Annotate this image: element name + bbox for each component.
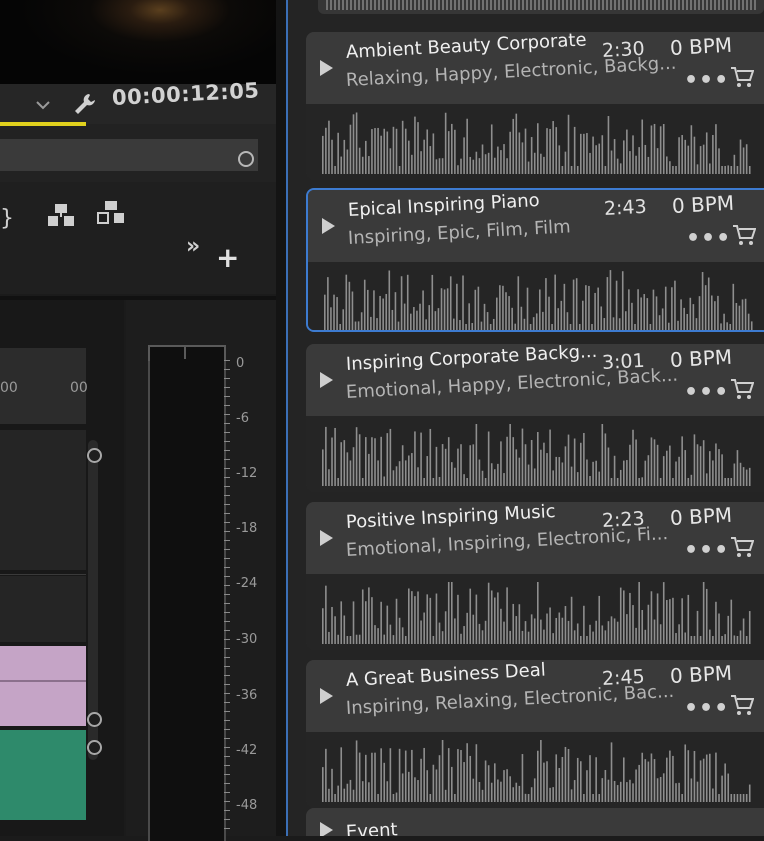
waveform (322, 740, 751, 802)
work-area-bar[interactable] (0, 122, 86, 126)
track-card[interactable]: Inspiring Corporate Backg... Emotional, … (306, 344, 764, 492)
track-bpm: 0 BPM (669, 344, 733, 372)
more-icon[interactable]: ••• (686, 226, 731, 251)
db-label: -6 (236, 411, 249, 426)
track-divider (0, 574, 86, 575)
track-card[interactable]: Event (306, 808, 764, 836)
more-icon[interactable]: ••• (684, 538, 729, 563)
audio-meter-bar (148, 361, 226, 841)
video-track[interactable] (0, 430, 86, 570)
program-monitor-video (0, 0, 276, 84)
lift-icon[interactable] (46, 202, 76, 230)
play-icon[interactable] (320, 530, 333, 546)
track-card-selected[interactable]: Epical Inspiring Piano Inspiring, Epic, … (306, 188, 764, 332)
waveform (324, 270, 753, 330)
stock-audio-list: Ambient Beauty Corporate Relaxing, Happy… (288, 0, 764, 836)
waveform-area[interactable] (306, 574, 764, 650)
track-card[interactable]: A Great Business Deal Inspiring, Relaxin… (306, 660, 764, 808)
track-bpm: 0 BPM (671, 190, 735, 218)
waveform-area[interactable] (308, 262, 764, 330)
play-icon[interactable] (320, 822, 333, 836)
mark-out-icon[interactable]: } (0, 206, 14, 231)
db-label: -36 (236, 688, 258, 703)
db-label: -48 (236, 798, 258, 813)
db-label: -42 (236, 743, 258, 758)
db-label: -12 (236, 466, 258, 481)
waveform (322, 582, 751, 644)
cart-icon[interactable] (730, 66, 754, 88)
cart-icon[interactable] (732, 224, 756, 246)
waveform-area[interactable] (306, 732, 764, 808)
clip-divider (0, 680, 86, 682)
more-icon[interactable]: ••• (684, 68, 729, 93)
track-title: Event (345, 819, 399, 836)
track-duration: 2:30 (601, 37, 646, 62)
db-label: -18 (236, 521, 258, 536)
wrench-icon[interactable] (72, 91, 98, 117)
audio-clip[interactable] (0, 646, 86, 726)
plus-icon[interactable]: + (216, 244, 239, 272)
play-icon[interactable] (320, 60, 333, 76)
db-label: -24 (236, 576, 258, 591)
meter-divider (184, 345, 186, 359)
track-card[interactable]: Positive Inspiring Music Emotional, Insp… (306, 502, 764, 650)
track-card[interactable]: Ambient Beauty Corporate Relaxing, Happy… (306, 32, 764, 180)
monitor-scrubber[interactable] (0, 124, 278, 182)
scroll-handle[interactable] (87, 740, 102, 755)
cart-icon[interactable] (730, 378, 754, 400)
track-duration: 2:23 (601, 507, 646, 532)
audio-clip[interactable] (0, 730, 86, 820)
db-label: -30 (236, 632, 258, 647)
waveform (326, 0, 756, 10)
cart-icon[interactable] (730, 536, 754, 558)
cart-icon[interactable] (730, 694, 754, 716)
transport-controls: } » + (0, 182, 278, 294)
play-icon[interactable] (322, 218, 335, 234)
track-bpm: 0 BPM (669, 660, 733, 688)
extract-icon[interactable] (96, 199, 126, 227)
more-icon[interactable]: ••• (684, 380, 729, 405)
db-label: 0 (236, 356, 245, 371)
track-duration: 2:45 (601, 665, 646, 690)
more-icon[interactable]: ••• (684, 696, 729, 721)
timeline-ruler[interactable]: 00 00 (0, 348, 88, 424)
track-bpm: 0 BPM (669, 502, 733, 530)
video-track[interactable] (0, 576, 86, 642)
play-icon[interactable] (320, 688, 333, 704)
ruler-label: 00 (70, 380, 88, 396)
track-duration: 2:43 (603, 195, 648, 220)
meter-ticks (224, 360, 230, 836)
chevron-down-icon[interactable] (34, 96, 52, 114)
panel-gutter[interactable] (276, 0, 286, 836)
track-bpm: 0 BPM (669, 32, 733, 60)
waveform (322, 424, 751, 486)
ruler-label: 00 (0, 380, 18, 396)
track-duration: 3:01 (601, 349, 646, 374)
waveform-area[interactable] (306, 104, 764, 180)
play-icon[interactable] (320, 372, 333, 388)
waveform (322, 112, 751, 174)
waveform-area[interactable] (306, 416, 764, 492)
previous-track-card[interactable] (318, 0, 764, 14)
scrub-track[interactable] (0, 139, 258, 171)
scroll-handle[interactable] (87, 448, 102, 463)
scrub-end-handle[interactable] (238, 151, 254, 167)
scroll-handle[interactable] (87, 712, 102, 727)
more-controls-icon[interactable]: » (186, 234, 200, 259)
